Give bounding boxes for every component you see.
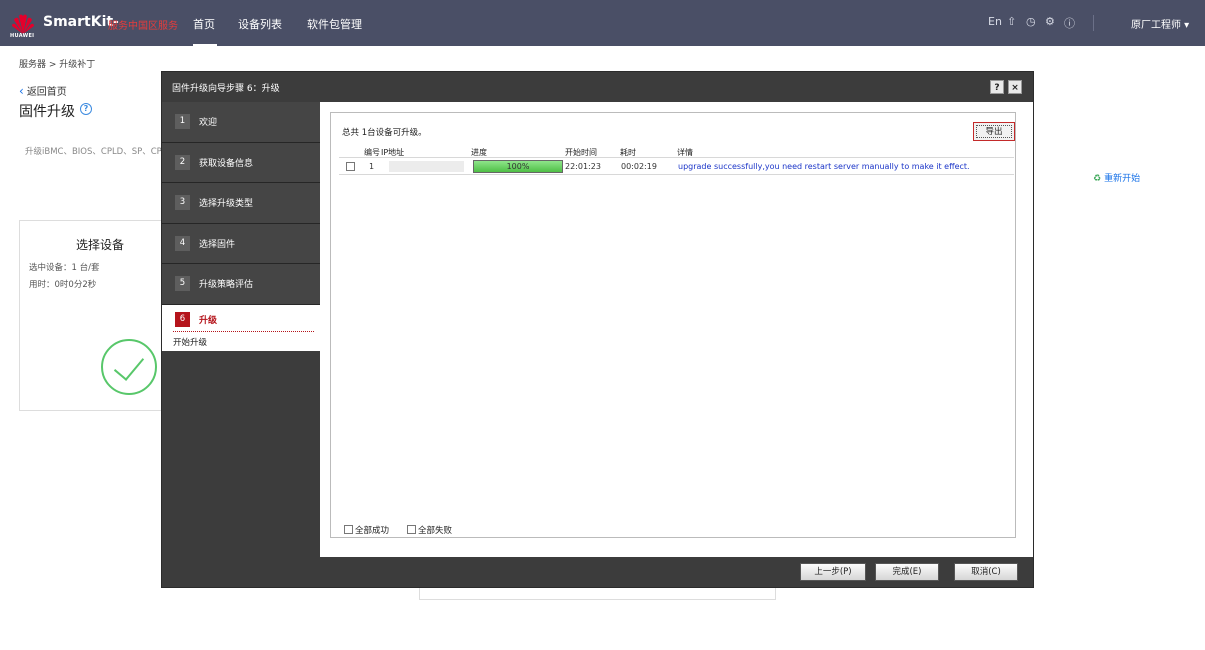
card-title: 选择设备 — [75, 238, 124, 252]
restart-label: 重新开始 — [1104, 174, 1141, 184]
nav-active-indicator — [193, 44, 217, 46]
upgrade-summary: 总共 1台设备可升级。 — [342, 128, 427, 138]
firmware-upgrade-wizard-dialog: 固件升级向导步骤 6：升级 ? × 1 欢迎 2 获取设备信息 3 选择升级类型… — [161, 71, 1034, 588]
wizard-step-select-firmware[interactable]: 4 选择固件 — [162, 223, 320, 264]
step-number: 6 — [175, 311, 190, 327]
gear-icon[interactable]: ⚙ — [1045, 15, 1055, 28]
help-circle-icon[interactable]: ? — [80, 103, 92, 115]
topbar-divider — [1093, 15, 1094, 31]
step-divider — [173, 330, 314, 332]
wizard-step-upgrade[interactable]: 6 升级 开始升级 — [162, 304, 320, 351]
help-icon[interactable]: ⓘ — [1064, 15, 1075, 31]
wizard-content: 总共 1台设备可升级。 导出 编号 IP地址 进度 开始时间 耗时 详情 1 1… — [320, 102, 1033, 557]
row-detail: upgrade successfully,you need restart se… — [678, 162, 970, 171]
export-button[interactable]: 导出 — [973, 122, 1015, 141]
dialog-help-button[interactable]: ? — [990, 80, 1004, 94]
selected-devices-text: 选中设备：1 台/套 — [29, 263, 100, 273]
progress-text: 100% — [506, 162, 530, 171]
row-ip-address-redacted — [389, 161, 464, 172]
nav-home[interactable]: 首页 — [193, 16, 215, 32]
step-number: 3 — [175, 195, 190, 210]
nav-package-management[interactable]: 软件包管理 — [307, 16, 362, 32]
step-number: 2 — [175, 154, 190, 170]
wizard-step-upgrade-type[interactable]: 3 选择升级类型 — [162, 183, 320, 224]
top-navigation-bar: HUAWEI SmartKit- 服务中国区服务 首页 设备列表 软件包管理 E… — [0, 0, 1205, 46]
row-start-time: 22:01:23 — [565, 162, 601, 171]
cancel-button[interactable]: 取消(C) — [954, 563, 1018, 581]
progress-bar: 100% — [473, 160, 563, 173]
step-sub-label: 开始升级 — [173, 337, 208, 348]
wizard-step-welcome[interactable]: 1 欢迎 — [162, 102, 320, 143]
step-label: 选择升级类型 — [199, 199, 254, 209]
table-row[interactable]: 1 100% 22:01:23 00:02:19 upgrade success… — [339, 157, 1014, 175]
filter-failed-label: 全部失败 — [418, 526, 453, 536]
clock-icon[interactable]: ◷ — [1026, 15, 1036, 28]
step-label: 获取设备信息 — [199, 158, 254, 169]
row-duration: 00:02:19 — [621, 162, 657, 171]
select-device-card: 选择设备 选中设备：1 台/套 用时：0时0分2秒 — [19, 220, 179, 411]
step-label: 升级 — [199, 315, 218, 326]
restart-link[interactable]: ♻ 重新开始 — [1093, 171, 1140, 184]
back-home-label: 返回首页 — [26, 87, 67, 98]
step-number: 4 — [175, 235, 190, 251]
chevron-left-icon: ‹ — [19, 84, 24, 98]
previous-step-button[interactable]: 上一步(P) — [800, 563, 866, 581]
page-title: 固件升级 — [19, 104, 75, 120]
dialog-close-button[interactable]: × — [1008, 80, 1022, 94]
step-number: 5 — [175, 276, 190, 291]
upgrade-result-panel: 总共 1台设备可升级。 导出 编号 IP地址 进度 开始时间 耗时 详情 1 1… — [330, 112, 1016, 538]
filter-success-label: 全部成功 — [355, 526, 390, 536]
step-label: 升级策略评估 — [199, 280, 254, 290]
background-panel-edge — [419, 586, 776, 600]
wizard-step-strategy-evaluation[interactable]: 5 升级策略评估 — [162, 264, 320, 305]
dialog-title: 固件升级向导步骤 6：升级 — [172, 84, 280, 94]
wizard-step-get-device-info[interactable]: 2 获取设备信息 — [162, 142, 320, 183]
elapsed-time-text: 用时：0时0分2秒 — [29, 280, 97, 290]
export-label: 导出 — [976, 125, 1012, 138]
upload-icon[interactable]: ⇧ — [1007, 15, 1016, 28]
nav-device-list[interactable]: 设备列表 — [238, 16, 282, 32]
restart-icon: ♻ — [1093, 174, 1102, 184]
user-menu[interactable]: 原厂工程师 ▾ — [1131, 16, 1189, 31]
check-circle-icon — [101, 339, 157, 395]
step-label: 欢迎 — [199, 118, 218, 128]
finish-button[interactable]: 完成(E) — [875, 563, 939, 581]
step-label: 选择固件 — [199, 239, 236, 250]
breadcrumb: 服务器 > 升级补丁 — [19, 60, 96, 70]
filter-all-success[interactable]: 全部成功 — [344, 524, 389, 536]
back-home-link[interactable]: ‹ 返回首页 — [19, 83, 67, 98]
filter-success-checkbox[interactable] — [344, 525, 353, 534]
language-switch[interactable]: En — [988, 15, 1002, 28]
wizard-steps: 1 欢迎 2 获取设备信息 3 选择升级类型 4 选择固件 5 升级策略评估 6… — [162, 102, 320, 351]
filter-all-failed[interactable]: 全部失败 — [407, 524, 452, 536]
filter-failed-checkbox[interactable] — [407, 525, 416, 534]
brand-subtitle: 服务中国区服务 — [108, 21, 178, 32]
row-checkbox[interactable] — [346, 162, 355, 171]
row-number: 1 — [369, 162, 375, 171]
logo-text: HUAWEI — [10, 33, 35, 39]
page-description: 升级iBMC、BIOS、CPLD、SP、CPLD等 — [25, 147, 162, 157]
step-number: 1 — [175, 114, 190, 129]
